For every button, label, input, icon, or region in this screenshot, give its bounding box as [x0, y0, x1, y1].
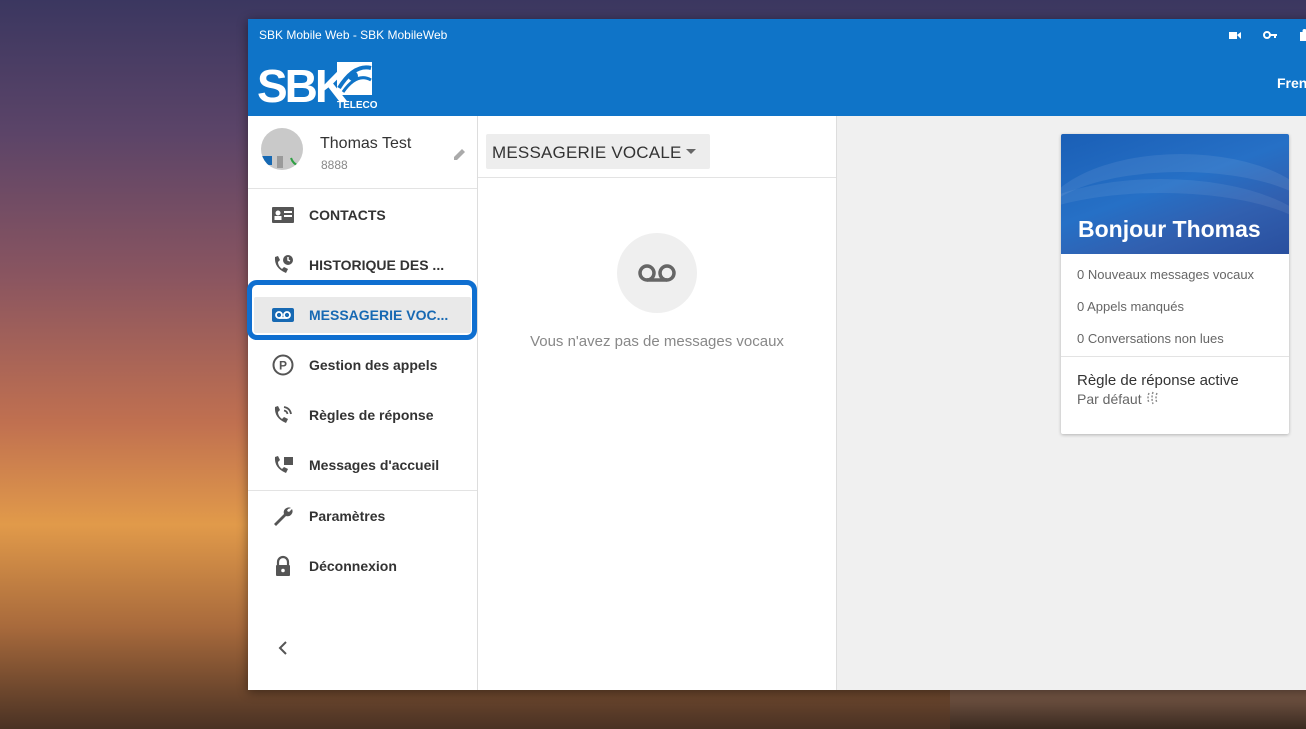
voicemail-icon: [272, 308, 294, 322]
key-icon[interactable]: [1262, 27, 1278, 43]
card-header: Bonjour Thomas: [1061, 134, 1289, 254]
stat-unread-conversations[interactable]: 0 Conversations non lues: [1077, 331, 1224, 346]
sidebar-item-label: Règles de réponse: [309, 407, 434, 423]
active-rule-title: Règle de réponse active: [1077, 372, 1239, 389]
active-rule-value[interactable]: Par défaut: [1077, 391, 1162, 407]
sidebar-item-label: MESSAGERIE VOC...: [309, 307, 449, 323]
greeting-text: Bonjour Thomas: [1078, 216, 1261, 242]
summary-card: Bonjour Thomas 0 Nouveaux messages vocau…: [1061, 134, 1289, 434]
avatar: [261, 128, 303, 170]
dropdown-label: MESSAGERIE VOCALE: [492, 143, 682, 162]
empty-state-circle: [617, 233, 697, 313]
app-header: SBK TELECOM Fren: [248, 52, 1306, 116]
puzzle-icon[interactable]: [1297, 27, 1306, 43]
parking-icon: P: [272, 354, 294, 376]
phone-ring-icon: [274, 406, 292, 423]
sidebar-item-label: CONTACTS: [309, 207, 386, 223]
empty-state-message: Vous n'avez pas de messages vocaux: [530, 333, 784, 350]
background-city: [950, 690, 1306, 729]
rule-value-text: Par défaut: [1077, 391, 1142, 407]
contact-card-icon: [272, 207, 294, 223]
call-history-icon: [274, 255, 293, 273]
caret-down-icon: [686, 149, 696, 154]
sound-waves-icon: [1146, 391, 1158, 405]
svg-text:P: P: [279, 359, 287, 373]
sidebar-item-greetings[interactable]: Messages d'accueil: [248, 440, 477, 490]
title-bar: SBK Mobile Web - SBK MobileWeb: [248, 19, 1306, 52]
stat-new-voicemails[interactable]: 0 Nouveaux messages vocaux: [1077, 267, 1254, 282]
sidebar-item-label: Messages d'accueil: [309, 457, 440, 473]
sbk-telecom-logo: SBK TELECOM: [257, 60, 377, 110]
sidebar-item-call-management[interactable]: P Gestion des appels: [248, 340, 477, 390]
sidebar-item-settings[interactable]: Paramètres: [248, 491, 477, 541]
svg-text:TELECOM: TELECOM: [337, 100, 377, 110]
sidebar-item-label: Déconnexion: [309, 558, 397, 574]
user-profile[interactable]: Thomas Test 8888: [248, 116, 477, 189]
lock-icon: [276, 555, 290, 576]
profile-number: 8888: [321, 158, 348, 172]
sidebar-item-answer-rules[interactable]: Règles de réponse: [248, 390, 477, 440]
pencil-icon[interactable]: [452, 147, 467, 162]
sidebar-item-label: HISTORIQUE DES ...: [309, 257, 445, 273]
stat-missed-calls[interactable]: 0 Appels manqués: [1077, 299, 1184, 314]
pane-divider: [478, 177, 836, 178]
sidebar-item-label: Paramètres: [309, 508, 386, 524]
phone-greeting-icon: [274, 456, 293, 473]
svg-text:SBK: SBK: [257, 60, 348, 110]
profile-name: Thomas Test: [320, 135, 412, 152]
sidebar-item-label: Gestion des appels: [309, 357, 438, 373]
voicemail-dropdown[interactable]: MESSAGERIE VOCALE: [486, 134, 710, 169]
app-window: SBK Mobile Web - SBK MobileWeb SBK TELEC…: [248, 19, 1306, 690]
voicemail-pane: MESSAGERIE VOCALE Vous n'avez pas de mes…: [478, 116, 837, 690]
sidebar-item-voicemail[interactable]: MESSAGERIE VOC...: [248, 290, 477, 340]
sidebar: Thomas Test 8888 CONTACTS HISTORIQUE DES…: [248, 116, 478, 690]
sidebar-item-contacts[interactable]: CONTACTS: [248, 190, 477, 240]
sidebar-item-call-history[interactable]: HISTORIQUE DES ...: [248, 240, 477, 290]
video-icon[interactable]: [1227, 27, 1243, 43]
voicemail-icon: [638, 264, 676, 282]
sidebar-item-logout[interactable]: Déconnexion: [248, 541, 477, 591]
window-title: SBK Mobile Web - SBK MobileWeb: [259, 28, 448, 42]
card-divider: [1061, 356, 1289, 357]
chevron-left-icon[interactable]: [274, 639, 292, 657]
avatar-status-icons: [261, 156, 300, 168]
language-selector[interactable]: Fren: [1277, 75, 1306, 91]
wrench-icon: [274, 507, 293, 526]
